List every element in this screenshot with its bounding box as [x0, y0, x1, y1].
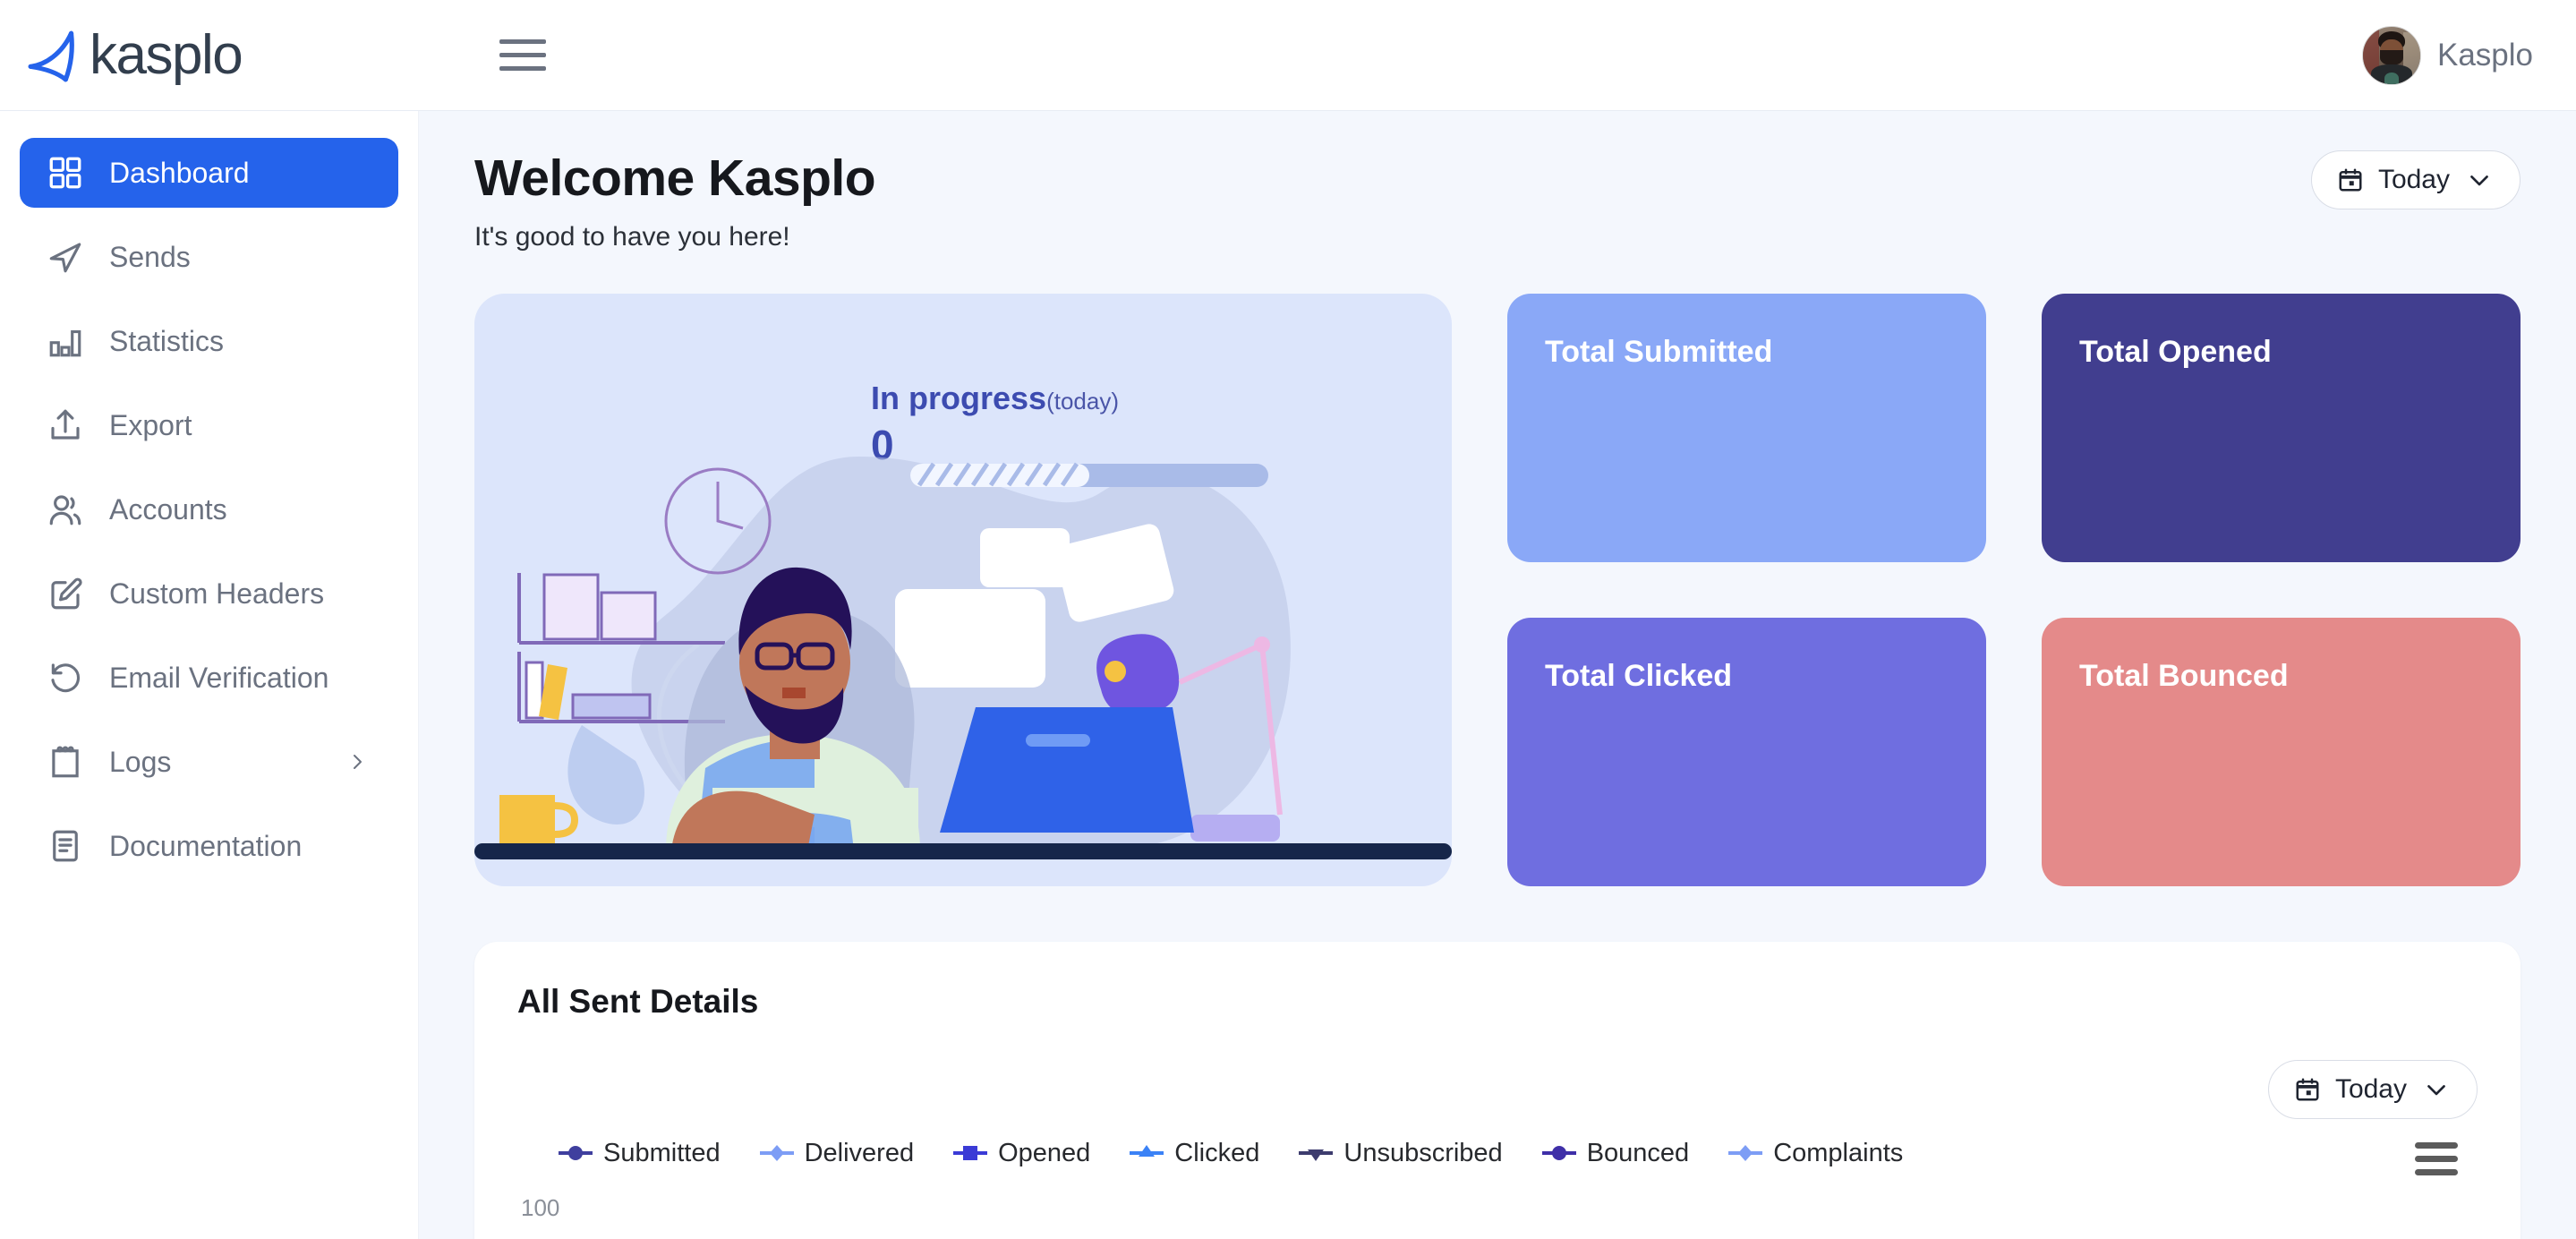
chart-legend: Submitted Delivered Opened Clicked Unsub… [517, 1139, 2478, 1168]
legend-label: Complaints [1773, 1138, 1904, 1167]
calendar-icon [2296, 1078, 2319, 1101]
legend-label: Clicked [1174, 1138, 1260, 1167]
user-name-label: Kasplo [2436, 37, 2533, 73]
sidebar-item-label: Dashboard [109, 156, 250, 189]
sidebar-item-custom-headers[interactable]: Custom Headers [20, 559, 398, 628]
legend-marker-circle-icon [559, 1146, 593, 1161]
chevron-down-icon [2427, 1084, 2445, 1096]
all-sent-details-toolbar: Today [517, 1059, 2478, 1119]
stat-card-label: Total Submitted [1545, 334, 1773, 369]
legend-item-delivered[interactable]: Delivered [759, 1138, 915, 1168]
sidebar: Dashboard Sends Statistics Export Accoun… [0, 111, 419, 1239]
dashboard-app: kasplo Kasplo Dashboard Sends Statistics… [0, 0, 2576, 1239]
sidebar-item-logs[interactable]: Logs [20, 727, 398, 797]
legend-marker-diamond-icon [759, 1145, 794, 1162]
legend-marker-square-icon [953, 1146, 988, 1161]
legend-marker-triangle-up-icon [1130, 1145, 1164, 1158]
all-sent-details-title: All Sent Details [517, 982, 759, 1020]
sidebar-item-label: Sends [109, 240, 191, 273]
chevron-right-icon [354, 755, 362, 769]
chart-y-axis-tick: 100 [521, 1193, 560, 1221]
top-bar: kasplo Kasplo [0, 0, 2576, 111]
all-sent-details-panel: All Sent Details Today Submitted Deliver… [474, 941, 2521, 1239]
sidebar-item-statistics[interactable]: Statistics [20, 306, 398, 376]
document-lines-icon [47, 827, 84, 865]
legend-label: Unsubscribed [1343, 1138, 1503, 1167]
sidebar-item-dashboard[interactable]: Dashboard [20, 138, 398, 208]
legend-item-clicked[interactable]: Clicked [1130, 1139, 1259, 1168]
sidebar-item-label: Logs [109, 745, 172, 778]
users-icon [47, 491, 84, 528]
sidebar-item-accounts[interactable]: Accounts [20, 474, 398, 544]
chevron-down-icon [2470, 175, 2488, 186]
stat-card-label: Total Clicked [1545, 658, 1733, 693]
legend-marker-triangle-down-icon [1299, 1149, 1334, 1162]
sidebar-item-export[interactable]: Export [20, 390, 398, 460]
legend-item-unsubscribed[interactable]: Unsubscribed [1299, 1138, 1503, 1168]
stat-cards-grid: Total Submitted Total Opened Total Click… [1507, 293, 2521, 886]
edit-square-icon [47, 575, 84, 612]
legend-item-complaints[interactable]: Complaints [1728, 1139, 1903, 1168]
sidebar-item-documentation[interactable]: Documentation [20, 811, 398, 881]
sidebar-item-email-verification[interactable]: Email Verification [20, 643, 398, 713]
avatar [2361, 25, 2421, 85]
hamburger-menu-icon[interactable] [499, 38, 548, 73]
sidebar-item-label: Custom Headers [109, 577, 325, 610]
legend-item-bounced[interactable]: Bounced [1541, 1138, 1690, 1168]
user-profile-button[interactable]: Kasplo [2361, 25, 2576, 85]
brand-name: kasplo [90, 23, 243, 86]
stat-card-total-submitted[interactable]: Total Submitted [1507, 293, 1986, 562]
stat-card-total-clicked[interactable]: Total Clicked [1507, 617, 1986, 886]
legend-marker-circle-icon [1541, 1146, 1576, 1161]
legend-label: Submitted [603, 1138, 721, 1167]
sidebar-item-label: Export [109, 408, 192, 441]
sidebar-item-label: Accounts [109, 492, 227, 526]
summary-cards-row: In progress(today) 0 Total Submitted Tot… [474, 293, 2521, 886]
page-date-filter-label: Today [2377, 165, 2450, 194]
chart-date-filter[interactable]: Today [2267, 1059, 2478, 1119]
legend-label: Delivered [804, 1138, 915, 1167]
legend-item-opened[interactable]: Opened [953, 1139, 1090, 1168]
stat-card-label: Total Opened [2079, 334, 2272, 369]
brand-logo[interactable]: kasplo [0, 26, 419, 85]
chart-date-filter-label: Today [2334, 1073, 2407, 1104]
bar-chart-icon [47, 322, 84, 360]
sidebar-item-label: Email Verification [109, 661, 329, 694]
clock-history-icon [47, 659, 84, 696]
notepad-icon [47, 743, 84, 781]
sent-details-chart: Submitted Delivered Opened Clicked Unsub… [517, 1139, 2478, 1221]
legend-marker-diamond-icon [1728, 1145, 1763, 1162]
kasplo-triangle-logo-icon [28, 30, 74, 81]
main-content: Welcome Kasplo It's good to have you her… [419, 111, 2576, 1239]
legend-item-submitted[interactable]: Submitted [559, 1139, 721, 1168]
grid-dashboard-icon [47, 154, 84, 192]
chart-menu-icon[interactable] [2415, 1141, 2461, 1178]
page-title: Welcome Kasplo [474, 150, 876, 207]
legend-label: Opened [998, 1138, 1091, 1167]
page-heading-block: Welcome Kasplo It's good to have you her… [474, 150, 876, 252]
page-header: Welcome Kasplo It's good to have you her… [474, 150, 2521, 252]
sidebar-item-label: Statistics [109, 324, 225, 357]
page-subtitle: It's good to have you here! [474, 221, 790, 252]
stat-card-total-bounced[interactable]: Total Bounced [2042, 617, 2521, 886]
man-working-on-laptop-illustration-icon [474, 456, 1452, 859]
in-progress-card: In progress(today) 0 [474, 293, 1452, 886]
body-row: Dashboard Sends Statistics Export Accoun… [0, 111, 2576, 1239]
sidebar-item-label: Documentation [109, 829, 303, 862]
paper-plane-icon [47, 238, 84, 276]
sidebar-item-sends[interactable]: Sends [20, 222, 398, 292]
calendar-icon [2339, 168, 2362, 192]
page-date-filter[interactable]: Today [2310, 150, 2521, 209]
upload-export-icon [47, 406, 84, 444]
stat-card-total-opened[interactable]: Total Opened [2042, 293, 2521, 562]
stat-card-label: Total Bounced [2079, 658, 2289, 693]
legend-label: Bounced [1586, 1138, 1690, 1167]
